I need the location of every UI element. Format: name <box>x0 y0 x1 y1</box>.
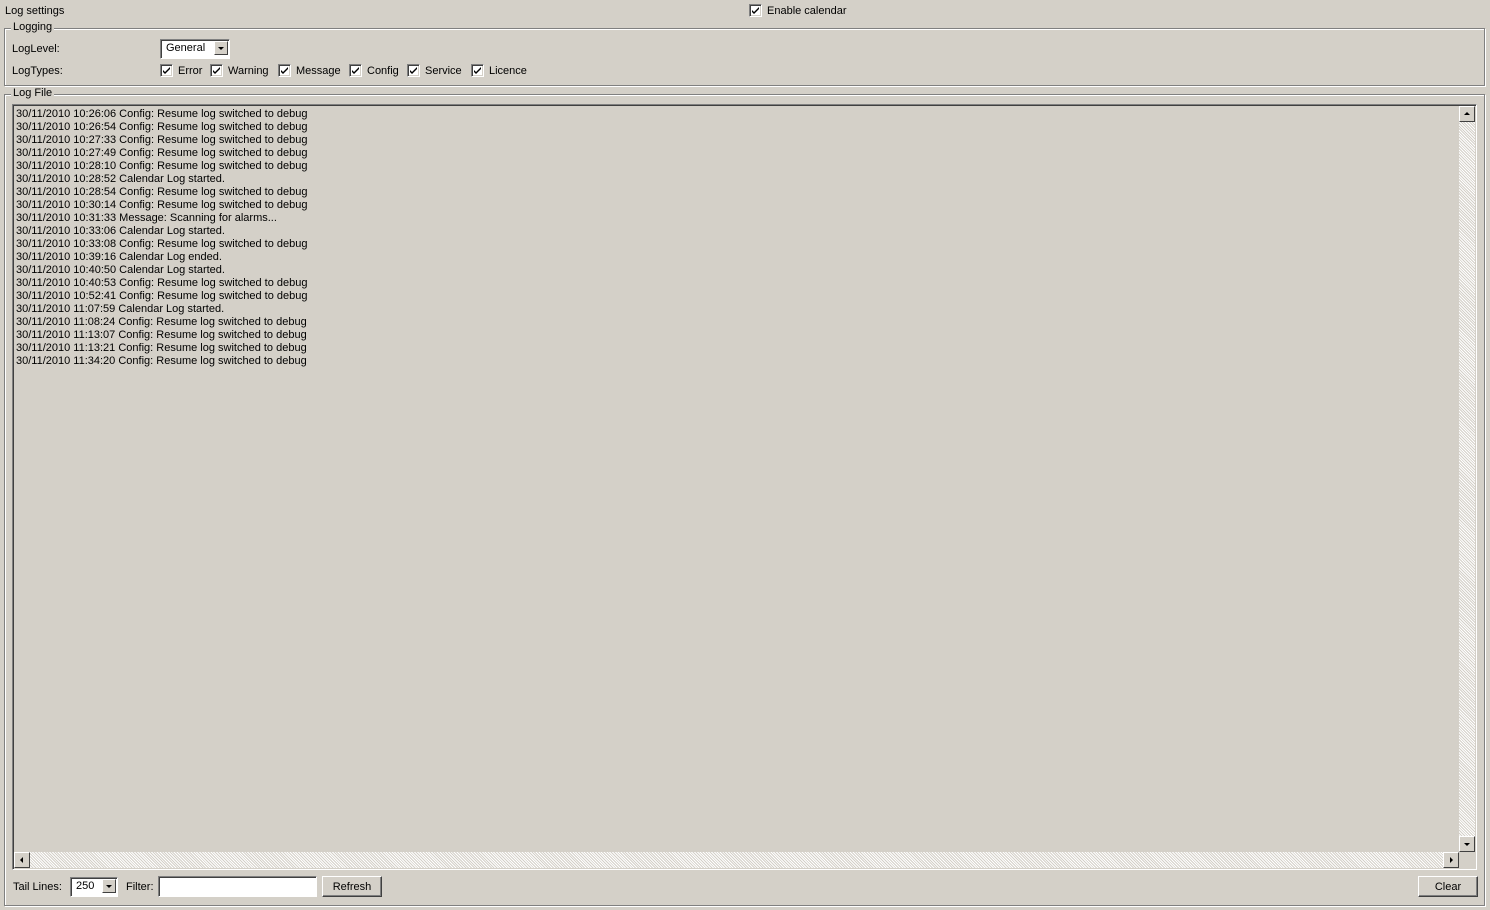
logfile-legend: Log File <box>11 87 55 100</box>
logtype-config-checkbox[interactable] <box>349 64 362 77</box>
log-line: 30/11/2010 10:40:50 Calendar Log started… <box>16 264 225 276</box>
logtype-service-label: Service <box>425 65 462 77</box>
log-line: 30/11/2010 11:13:07 Config: Resume log s… <box>16 329 307 341</box>
checkmark-icon <box>213 67 220 74</box>
checkmark-icon <box>352 67 359 74</box>
logtype-message-label: Message <box>296 65 341 77</box>
log-lines: 30/11/2010 10:26:06 Config: Resume log s… <box>16 108 1456 851</box>
logtype-error-label: Error <box>178 65 203 77</box>
loglevel-dropdown-button[interactable] <box>214 41 228 55</box>
log-line: 30/11/2010 11:08:24 Config: Resume log s… <box>16 316 307 328</box>
logging-legend: Logging <box>11 21 55 34</box>
chevron-down-icon <box>218 47 224 50</box>
log-line: 30/11/2010 10:28:10 Config: Resume log s… <box>16 160 308 172</box>
filter-label: Filter: <box>126 881 154 893</box>
clear-button[interactable]: Clear <box>1418 876 1478 897</box>
arrow-down-icon <box>1464 843 1470 846</box>
refresh-button[interactable]: Refresh <box>322 876 382 897</box>
checkmark-icon <box>752 7 759 14</box>
vertical-scrollbar[interactable] <box>1459 106 1475 852</box>
logtype-licence-label: Licence <box>489 65 527 77</box>
horizontal-scrollbar[interactable] <box>14 852 1459 868</box>
log-text-area[interactable]: 30/11/2010 10:26:06 Config: Resume log s… <box>12 104 1477 870</box>
logtype-warning-label: Warning <box>228 65 269 77</box>
enable-calendar-checkbox[interactable] <box>749 4 762 17</box>
log-line: 30/11/2010 10:33:06 Calendar Log started… <box>16 225 225 237</box>
filter-input[interactable] <box>158 876 317 897</box>
checkmark-icon <box>163 67 170 74</box>
chevron-down-icon <box>106 885 112 888</box>
log-line: 30/11/2010 11:07:59 Calendar Log started… <box>16 303 225 315</box>
log-line: 30/11/2010 10:40:53 Config: Resume log s… <box>16 277 308 289</box>
page-title: Log settings <box>5 5 65 17</box>
checkmark-icon <box>410 67 417 74</box>
logtypes-label: LogTypes: <box>12 65 63 77</box>
log-line: 30/11/2010 10:26:54 Config: Resume log s… <box>16 121 308 133</box>
checkmark-icon <box>474 67 481 74</box>
log-line: 30/11/2010 10:28:52 Calendar Log started… <box>16 173 225 185</box>
checkmark-icon <box>281 67 288 74</box>
arrow-right-icon <box>1450 857 1453 863</box>
log-line: 30/11/2010 10:27:49 Config: Resume log s… <box>16 147 308 159</box>
arrow-up-icon <box>1464 112 1470 115</box>
log-line: 30/11/2010 10:30:14 Config: Resume log s… <box>16 199 308 211</box>
tail-lines-dropdown-button[interactable] <box>102 879 116 893</box>
tail-lines-value: 250 <box>76 880 95 892</box>
logtype-message-checkbox[interactable] <box>278 64 291 77</box>
scroll-up-button[interactable] <box>1459 106 1475 122</box>
tail-lines-select[interactable]: 250 <box>70 877 118 897</box>
loglevel-label: LogLevel: <box>12 43 60 55</box>
logtype-service-checkbox[interactable] <box>407 64 420 77</box>
loglevel-select[interactable]: General <box>160 39 230 59</box>
arrow-left-icon <box>20 857 23 863</box>
logtype-licence-checkbox[interactable] <box>471 64 484 77</box>
scrollbar-corner <box>1459 852 1475 868</box>
log-line: 30/11/2010 10:39:16 Calendar Log ended. <box>16 251 222 263</box>
loglevel-value: General <box>166 42 206 54</box>
log-line: 30/11/2010 10:26:06 Config: Resume log s… <box>16 108 308 120</box>
scroll-left-button[interactable] <box>14 852 30 868</box>
enable-calendar-label: Enable calendar <box>767 5 847 17</box>
scroll-down-button[interactable] <box>1459 836 1475 852</box>
log-line: 30/11/2010 11:13:21 Config: Resume log s… <box>16 342 307 354</box>
scroll-right-button[interactable] <box>1443 852 1459 868</box>
log-line: 30/11/2010 10:31:33 Message: Scanning fo… <box>16 212 277 224</box>
tail-lines-label: Tail Lines: <box>13 881 62 893</box>
logtype-warning-checkbox[interactable] <box>210 64 223 77</box>
log-line: 30/11/2010 10:27:33 Config: Resume log s… <box>16 134 308 146</box>
log-line: 30/11/2010 11:34:20 Config: Resume log s… <box>16 355 307 367</box>
log-line: 30/11/2010 10:52:41 Config: Resume log s… <box>16 290 308 302</box>
log-line: 30/11/2010 10:33:08 Config: Resume log s… <box>16 238 308 250</box>
logtype-error-checkbox[interactable] <box>160 64 173 77</box>
log-line: 30/11/2010 10:28:54 Config: Resume log s… <box>16 186 308 198</box>
logtype-config-label: Config <box>367 65 399 77</box>
